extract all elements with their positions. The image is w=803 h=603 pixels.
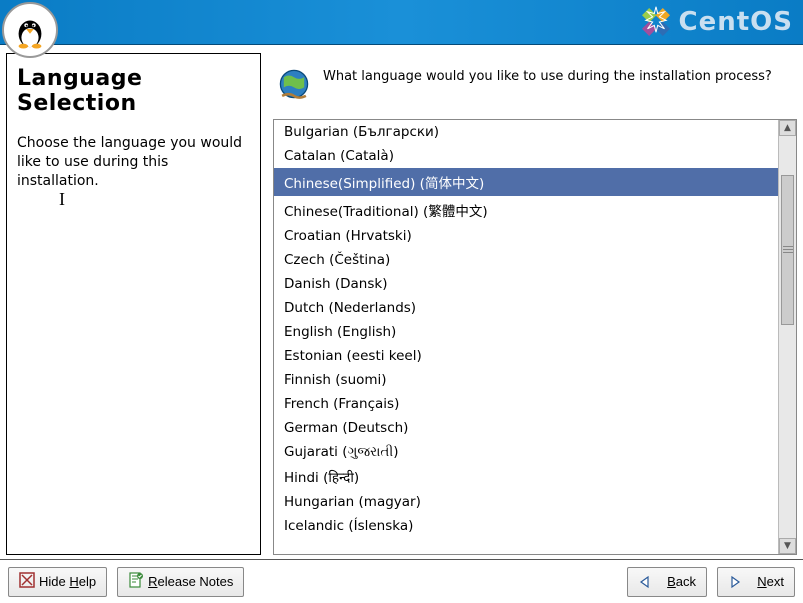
help-panel: Language Selection Choose the language y… [6, 53, 261, 555]
language-option[interactable]: German (Deutsch) [274, 416, 778, 440]
language-option[interactable]: French (Français) [274, 392, 778, 416]
hide-help-icon [19, 572, 35, 591]
language-option[interactable]: Estonian (eesti keel) [274, 344, 778, 368]
language-option[interactable]: Bulgarian (Български) [274, 120, 778, 144]
release-notes-label: Release Notes [148, 574, 233, 589]
release-notes-icon [128, 572, 144, 591]
hide-help-label: Hide Help [39, 574, 96, 589]
language-option[interactable]: Croatian (Hrvatski) [274, 224, 778, 248]
language-option[interactable]: Chinese(Traditional) (繁體中文) [274, 196, 778, 224]
header-bar: CentOS [0, 0, 803, 45]
scroll-up-button[interactable]: ▲ [779, 120, 796, 136]
language-option[interactable]: English (English) [274, 320, 778, 344]
page-description: Choose the language you would like to us… [17, 134, 250, 191]
globe-icon [277, 67, 311, 101]
next-label: Next [757, 574, 784, 589]
language-option[interactable]: Hindi (हिन्दी) [274, 464, 778, 490]
brand-text: CentOS [679, 7, 793, 37]
back-label: Back [667, 574, 696, 589]
centos-icon [639, 5, 673, 39]
page-title: Language Selection [17, 66, 250, 116]
language-option[interactable]: Catalan (Català) [274, 144, 778, 168]
language-option[interactable]: Dutch (Nederlands) [274, 296, 778, 320]
language-option[interactable]: Icelandic (Íslenska) [274, 514, 778, 538]
text-cursor-icon: I [59, 189, 65, 210]
scrollbar[interactable]: ▲ ▼ [778, 120, 796, 554]
brand-area: CentOS [639, 5, 793, 39]
main-panel: What language would you like to use duri… [273, 53, 797, 555]
release-notes-button[interactable]: Release Notes [117, 567, 244, 597]
language-listbox[interactable]: Bulgarian (Български)Catalan (Català)Chi… [273, 119, 797, 555]
language-option[interactable]: Chinese(Simplified) (简体中文) [274, 168, 778, 196]
back-icon [638, 575, 652, 589]
language-option[interactable]: Danish (Dansk) [274, 272, 778, 296]
scroll-thumb[interactable] [781, 175, 794, 325]
footer-bar: Hide Help Release Notes Back Next [0, 559, 803, 603]
language-option[interactable]: Czech (Čeština) [274, 248, 778, 272]
hide-help-button[interactable]: Hide Help [8, 567, 107, 597]
next-icon [728, 575, 742, 589]
question-text: What language would you like to use duri… [323, 67, 772, 86]
scroll-down-button[interactable]: ▼ [779, 538, 796, 554]
language-option[interactable]: Gujarati (ગુજરાતી) [274, 440, 778, 464]
language-option[interactable]: Finnish (suomi) [274, 368, 778, 392]
back-button[interactable]: Back [627, 567, 707, 597]
next-button[interactable]: Next [717, 567, 795, 597]
tux-logo [2, 2, 58, 58]
language-option[interactable]: Hungarian (magyar) [274, 490, 778, 514]
